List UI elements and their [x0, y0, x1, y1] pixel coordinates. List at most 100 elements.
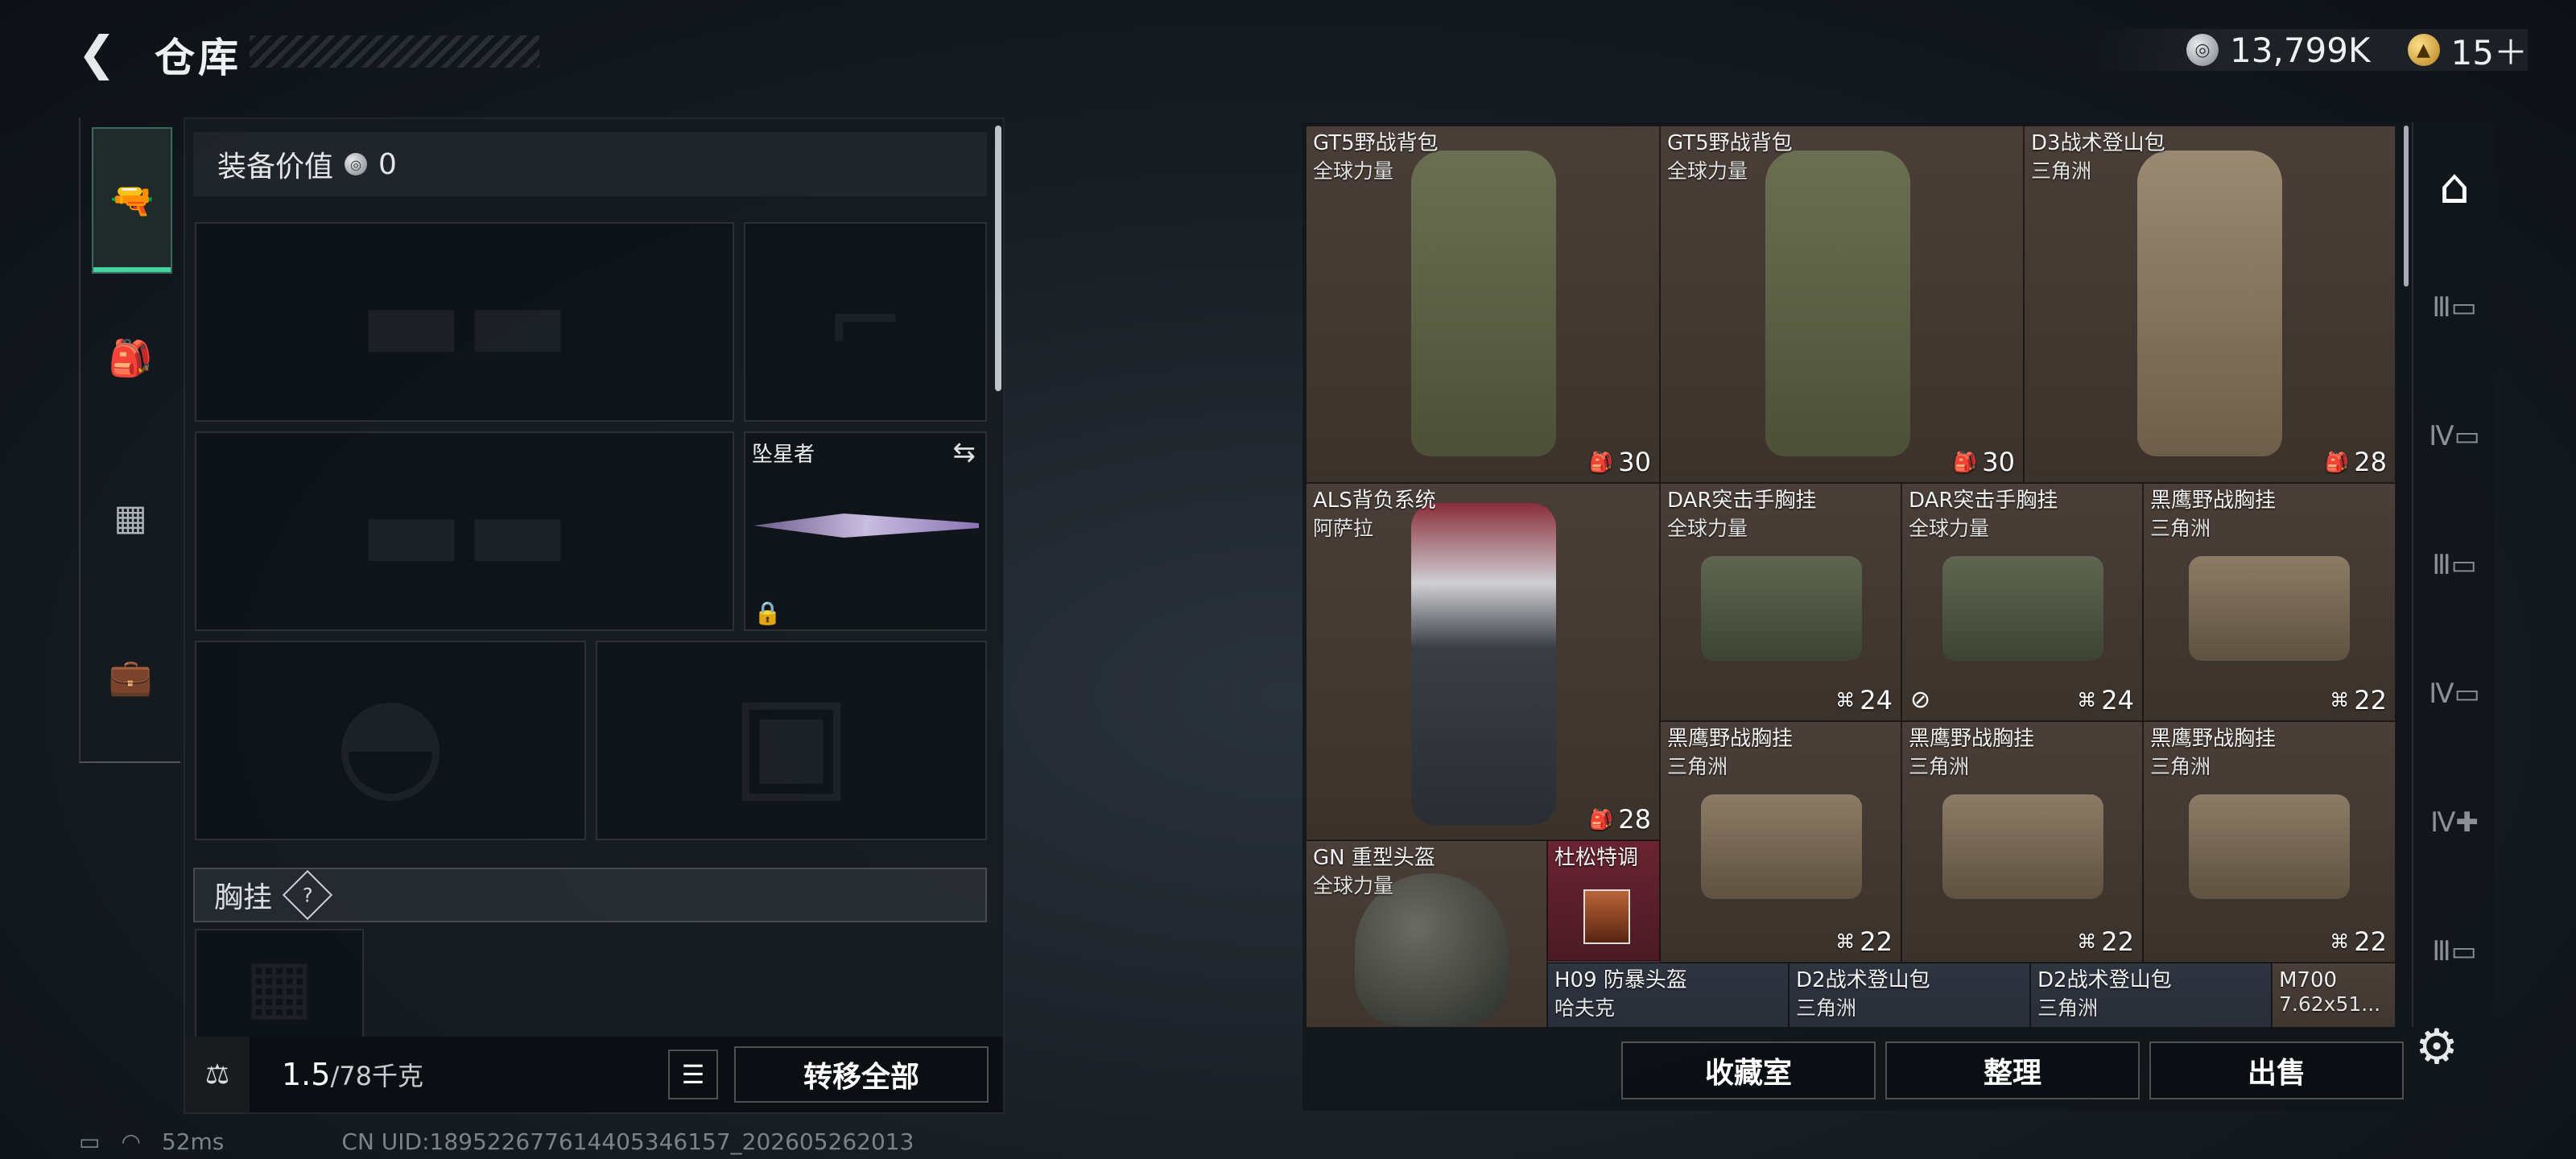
melee-knife-image [753, 514, 979, 538]
list-icon: ☰ [681, 1059, 705, 1090]
storage-item[interactable]: M700 7.62x51... [2272, 963, 2396, 1027]
storage-item[interactable]: H09 防暴头盔 哈夫克 [1547, 963, 1789, 1027]
storage-item[interactable]: DAR突击手胸挂 全球力量 ⊘ ⌘ 24 [1901, 483, 2143, 721]
case-icon: 💼 [108, 657, 153, 698]
collection-room-button[interactable]: 收藏室 [1621, 1041, 1876, 1099]
loadout-panel: 装备价值 ◎ 0 ▬▬ ⌐ ▬▬ 坠星者 ⇆ 🔒 ◓ ▣ 胸挂 ? ▦ ⚖ 1.… [184, 118, 1005, 1114]
storage-case-icon: Ⅲ▭ [2432, 935, 2477, 967]
backpack-image [1411, 151, 1556, 456]
armor-slot[interactable]: ▣ [596, 641, 987, 840]
storage-case-icon: Ⅳ▭ [2429, 420, 2480, 452]
rig-cap-icon: ⌘ [1835, 689, 1856, 711]
silver-coin-icon: ◎ [2186, 34, 2219, 66]
storage-item[interactable]: GN 重型头盔 全球力量 [1306, 840, 1547, 1027]
warehouse-icon: ⌂ [2438, 159, 2471, 215]
back-chevron-icon: ❮ [77, 26, 117, 80]
category-all[interactable]: ⌂ [2420, 155, 2489, 219]
chest-rig-image [2189, 556, 2350, 661]
backpack-cap-icon: 🎒 [2325, 451, 2350, 473]
organize-button[interactable]: 整理 [1885, 1041, 2140, 1099]
storage-item[interactable]: 黑鹰野战胸挂 三角洲 ⌘ 22 [1901, 721, 2143, 963]
medical-case-icon: Ⅳ✚ [2430, 806, 2479, 839]
chest-rig-image [1942, 794, 2103, 899]
storage-item[interactable]: 黑鹰野战胸挂 三角洲 ⌘ 22 [2143, 483, 2396, 721]
storage-case-icon: Ⅲ▭ [2432, 549, 2477, 581]
storage-item[interactable]: GT5野战背包 全球力量 🎒 30 [1660, 126, 2024, 483]
storage-item[interactable]: D3战术登山包 三角洲 🎒 28 [2024, 126, 2396, 483]
rig-cap-icon: ⌘ [2077, 689, 2097, 711]
rig-cap-icon: ⌘ [2077, 930, 2097, 953]
storage-scrollbar[interactable] [2404, 126, 2409, 287]
rig-cap-icon: ⌘ [2330, 930, 2350, 953]
storage-item[interactable]: D2战术登山包 三角洲 [2030, 963, 2272, 1027]
rig-cap-icon: ⌘ [1835, 930, 1856, 953]
tab-backpack[interactable]: 🎒 [92, 287, 169, 430]
storage-item[interactable]: GT5野战背包 全球力量 🎒 30 [1306, 126, 1660, 483]
gold-coin-icon: ▲ [2407, 34, 2440, 66]
weight-max: /78千克 [330, 1061, 423, 1091]
secondary-weapon-slot[interactable]: ▬▬ [195, 431, 734, 631]
equipment-value-bar: 装备价值 ◎ 0 [193, 132, 987, 196]
status-bar: ▭ ◠ 52ms CN UID:18952267761440534615​7_2… [79, 1128, 914, 1155]
weight-bar: ⚖ 1.5 /78千克 ☰ 转移全部 [185, 1037, 1003, 1112]
category-5[interactable]: Ⅲ▭ [2420, 533, 2489, 597]
category-7[interactable]: Ⅳ✚ [2420, 790, 2489, 855]
chest-rig-slot[interactable]: ▦ [195, 929, 364, 1041]
storage-panel: GT5野战背包 全球力量 🎒 30 GT5野战背包 全球力量 🎒 30 D3战术登山… [1302, 122, 2494, 1111]
chest-rig-header: 胸挂 ? [193, 868, 987, 922]
storage-grid: GT5野战背包 全球力量 🎒 30 GT5野战背包 全球力量 🎒 30 D3战术登山… [1306, 126, 2396, 1027]
backpack-image [2137, 151, 2282, 456]
category-3[interactable]: Ⅲ▭ [2420, 275, 2489, 340]
swap-icon[interactable]: ⇆ [953, 436, 976, 468]
settings-button[interactable]: ⚙ [2409, 1019, 2465, 1075]
chest-rig-image [1701, 556, 1862, 661]
storage-case-icon: Ⅲ▭ [2432, 291, 2477, 324]
ping-text: 52ms [161, 1128, 225, 1155]
melee-slot[interactable]: 坠星者 ⇆ 🔒 [744, 431, 987, 631]
loadout-scrollbar[interactable] [995, 126, 1001, 391]
storage-category-bar: ⌂ Ⅲ▭ Ⅳ▭ Ⅲ▭ Ⅳ▭ Ⅳ✚ Ⅲ▭ [2412, 122, 2496, 1027]
backpack-cap-icon: 🎒 [1953, 451, 1978, 473]
equipment-value: 0 [378, 147, 397, 181]
storage-item[interactable]: DAR突击手胸挂 全球力量 ⌘ 24 [1660, 483, 1901, 721]
tab-case[interactable]: 💼 [92, 605, 169, 749]
tab-vest[interactable]: ▦ [92, 446, 169, 589]
wifi-icon: ◠ [121, 1128, 141, 1155]
uid-text: CN UID:18952267761440534615​7_2026052620… [341, 1128, 914, 1155]
gear-icon: ⚙ [2415, 1019, 2458, 1075]
backpack-cap-icon: 🎒 [1589, 808, 1614, 831]
storage-item[interactable]: 杜松特调 [1547, 840, 1660, 961]
gold-amount: 15＋ [2450, 32, 2528, 72]
armor-silhouette-icon: ▣ [730, 665, 852, 816]
storage-item[interactable]: D2战术登山包 三角洲 [1789, 963, 2030, 1027]
back-button[interactable]: ❮ [77, 29, 126, 77]
category-6[interactable]: Ⅳ▭ [2420, 662, 2489, 726]
chest-rig-image [2189, 794, 2350, 899]
rifle-silhouette-icon: ▬▬ [357, 256, 572, 388]
pistol-icon: 🔫 [109, 180, 155, 221]
currency-bar: ◎ 13,799K ▲ 15＋ [2090, 29, 2528, 72]
sell-button[interactable]: 出售 [2149, 1041, 2404, 1099]
primary-weapon-slot[interactable]: ▬▬ [195, 222, 734, 422]
vest-silhouette-icon: ▦ [245, 943, 314, 1029]
help-icon[interactable]: ? [282, 869, 333, 921]
silver-amount: 13,799K [2230, 30, 2371, 70]
no-sale-icon: ⊘ [1910, 686, 1931, 714]
weight-current: 1.5 [282, 1057, 331, 1092]
helmet-slot[interactable]: ◓ [195, 641, 586, 840]
title-decoration [250, 35, 539, 68]
drink-image [1583, 889, 1630, 944]
backpack-cap-icon: 🎒 [1589, 451, 1614, 473]
transfer-all-button[interactable]: 转移全部 [734, 1046, 989, 1103]
list-view-button[interactable]: ☰ [668, 1050, 718, 1099]
storage-item[interactable]: 黑鹰野战胸挂 三角洲 ⌘ 22 [2143, 721, 2396, 963]
category-8[interactable]: Ⅲ▭ [2420, 919, 2489, 984]
storage-item[interactable]: ALS背负系统 阿萨拉 🎒 28 [1306, 483, 1660, 840]
tab-weapons[interactable]: 🔫 [92, 127, 172, 274]
chest-rig-image [1942, 556, 2103, 661]
backpack-image [1765, 151, 1910, 456]
storage-item[interactable]: 黑鹰野战胸挂 三角洲 ⌘ 22 [1660, 721, 1901, 963]
chest-rig-image [1701, 794, 1862, 899]
category-4[interactable]: Ⅳ▭ [2420, 404, 2489, 468]
pistol-slot[interactable]: ⌐ [744, 222, 987, 422]
